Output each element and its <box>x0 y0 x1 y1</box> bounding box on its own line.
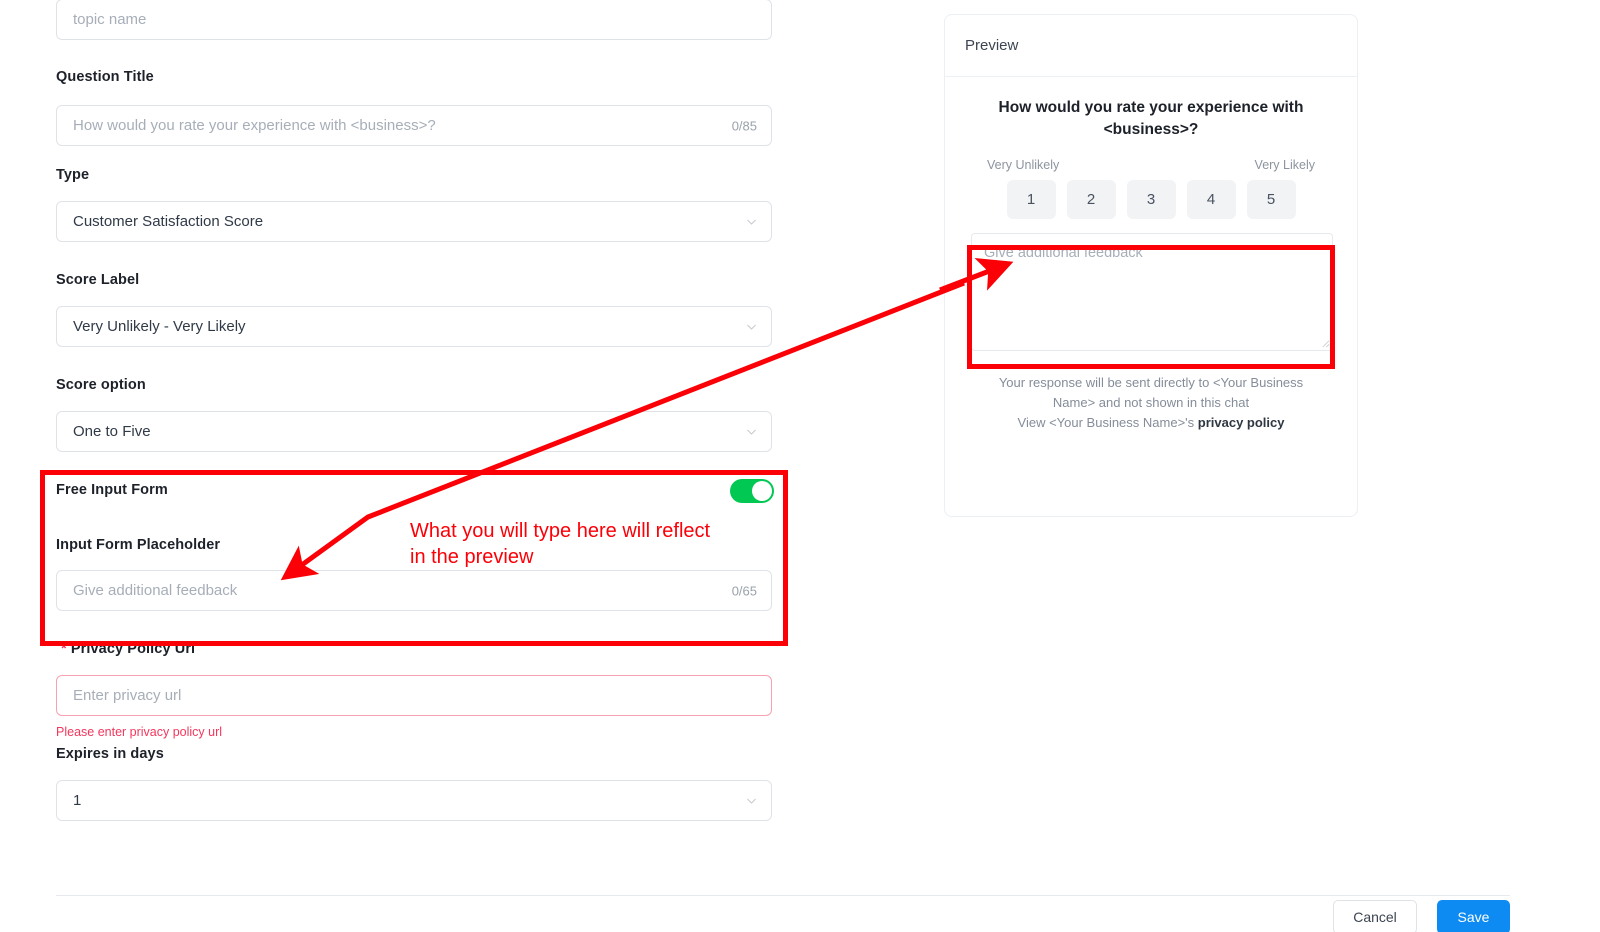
privacy-policy-link[interactable]: privacy policy <box>1198 415 1285 430</box>
score-label-left: Very Unlikely <box>987 157 1060 172</box>
expires-in-days-select[interactable]: 1 <box>56 780 772 821</box>
privacy-policy-url-label: Privacy Policy Url <box>61 641 195 658</box>
input-form-placeholder-text: Give additional feedback <box>73 582 238 599</box>
type-select[interactable]: Customer Satisfaction Score <box>56 201 772 242</box>
question-title-placeholder: How would you rate your experience with … <box>73 117 436 134</box>
preview-panel: Preview How would you rate your experien… <box>944 14 1358 517</box>
score-label-right: Very Likely <box>1254 157 1315 172</box>
chevron-down-icon <box>747 429 756 435</box>
question-title-label: Question Title <box>56 69 154 85</box>
score-option-value: One to Five <box>73 423 151 440</box>
topic-name-placeholder: topic name <box>73 11 147 28</box>
input-form-placeholder-label: Input Form Placeholder <box>56 537 221 553</box>
footer-divider <box>56 895 1510 896</box>
preview-panel-body: How would you rate your experience with … <box>945 77 1357 433</box>
resize-handle-icon[interactable] <box>1319 337 1330 348</box>
input-form-placeholder-counter: 0/65 <box>731 583 757 598</box>
free-input-form-label: Free Input Form <box>56 482 168 498</box>
type-label: Type <box>56 167 90 183</box>
preview-footnote: Your response will be sent directly to <… <box>971 373 1331 433</box>
preview-question-text: How would you rate your experience with … <box>998 99 1304 139</box>
question-settings-form: topic name Question Title How would you … <box>56 0 774 821</box>
privacy-policy-url-input[interactable]: Enter privacy url <box>56 675 772 716</box>
preview-panel-header: Preview <box>945 15 1357 77</box>
chevron-down-icon <box>747 798 756 804</box>
score-label-label: Score Label <box>56 272 140 288</box>
expires-in-days-label: Expires in days <box>56 746 164 762</box>
score-option-label: Score option <box>56 377 146 393</box>
question-title-input[interactable]: How would you rate your experience with … <box>56 105 772 146</box>
chevron-down-icon <box>747 324 756 330</box>
annotation-note-text: What you will type here will reflect in … <box>410 520 711 568</box>
score-label-value: Very Unlikely - Very Likely <box>73 318 246 335</box>
score-button-5[interactable]: 5 <box>1246 179 1296 219</box>
expires-in-days-value: 1 <box>73 792 82 809</box>
footnote-line-3-prefix: View <Your Business Name>'s <box>1017 415 1198 431</box>
preview-feedback-textarea[interactable]: Give additional feedback <box>971 232 1333 351</box>
toggle-knob <box>752 481 772 501</box>
settings-form-page: topic name Question Title How would you … <box>0 0 1600 932</box>
preview-title: Preview <box>965 37 1019 54</box>
footnote-line-1: Your response will be sent directly to <… <box>998 374 1304 390</box>
score-button-2[interactable]: 2 <box>1066 179 1116 219</box>
score-option-select[interactable]: One to Five <box>56 411 772 452</box>
privacy-policy-url-placeholder: Enter privacy url <box>73 687 182 704</box>
free-input-form-toggle[interactable] <box>730 479 774 503</box>
type-value: Customer Satisfaction Score <box>73 213 264 230</box>
preview-score-buttons: 1 2 3 4 5 <box>971 179 1331 219</box>
score-button-4[interactable]: 4 <box>1186 179 1236 219</box>
preview-feedback-placeholder: Give additional feedback <box>984 244 1143 261</box>
footnote-line-2: Name> and not shown in this chat <box>1052 395 1250 411</box>
cancel-button[interactable]: Cancel <box>1333 900 1417 932</box>
chevron-down-icon <box>747 219 756 225</box>
preview-score-endpoint-labels: Very Unlikely Very Likely <box>971 158 1331 172</box>
score-button-3[interactable]: 3 <box>1126 179 1176 219</box>
score-button-1[interactable]: 1 <box>1006 179 1056 219</box>
question-title-counter: 0/85 <box>731 118 757 133</box>
privacy-policy-url-error: Please enter privacy policy url <box>56 725 223 739</box>
score-label-select[interactable]: Very Unlikely - Very Likely <box>56 306 772 347</box>
topic-name-input[interactable]: topic name <box>56 0 772 40</box>
input-form-placeholder-input[interactable]: Give additional feedback 0/65 <box>56 570 772 611</box>
save-button[interactable]: Save <box>1437 900 1510 932</box>
